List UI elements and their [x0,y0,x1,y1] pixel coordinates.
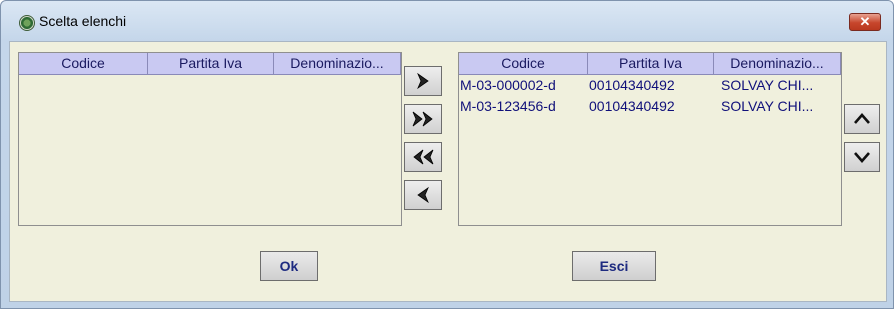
table-cell-partita-iva[interactable]: 00104340492 [589,75,714,95]
title-bar[interactable]: Scelta elenchi ✕ [1,1,893,41]
move-selected-right-icon [417,72,429,90]
close-icon: ✕ [859,14,871,29]
move-all-right-icon [412,111,433,127]
table-cell-denominazione[interactable]: SOLVAY CHI... [721,96,839,116]
column-header-partita-iva[interactable]: Partita Iva [148,53,274,75]
column-header-denominazione[interactable]: Denominazio... [274,53,401,75]
table-cell-codice[interactable]: M-03-123456-d [460,96,588,116]
selected-lists-table[interactable]: Codice Partita Iva Denominazio... M-03-0… [458,52,842,226]
close-button[interactable]: ✕ [849,13,881,31]
ok-button[interactable]: Ok [260,251,318,281]
window-title: Scelta elenchi [39,13,127,29]
dialog-content: Codice Partita Iva Denominazio... Codice… [9,41,887,302]
move-selected-left-button[interactable] [404,180,442,210]
app-emblem-icon [19,15,35,31]
move-up-icon [854,113,870,124]
move-all-right-button[interactable] [404,104,442,134]
dialog-window: Scelta elenchi ✕ Codice Partita Iva Deno… [0,0,894,309]
column-header-codice[interactable]: Codice [459,53,588,75]
exit-button[interactable]: Esci [572,251,656,281]
column-header-partita-iva[interactable]: Partita Iva [588,53,714,75]
move-selected-left-icon [417,186,429,204]
column-header-denominazione[interactable]: Denominazio... [714,53,841,75]
move-up-button[interactable] [844,104,880,134]
table-cell-codice[interactable]: M-03-000002-d [460,75,588,95]
move-all-left-button[interactable] [404,142,442,172]
move-down-button[interactable] [844,142,880,172]
move-down-icon [854,152,870,163]
table-cell-partita-iva[interactable]: 00104340492 [589,96,714,116]
available-lists-table[interactable]: Codice Partita Iva Denominazio... [18,52,402,226]
move-all-left-icon [413,149,434,165]
table-cell-denominazione[interactable]: SOLVAY CHI... [721,75,839,95]
move-selected-right-button[interactable] [404,66,442,96]
column-header-codice[interactable]: Codice [19,53,148,75]
